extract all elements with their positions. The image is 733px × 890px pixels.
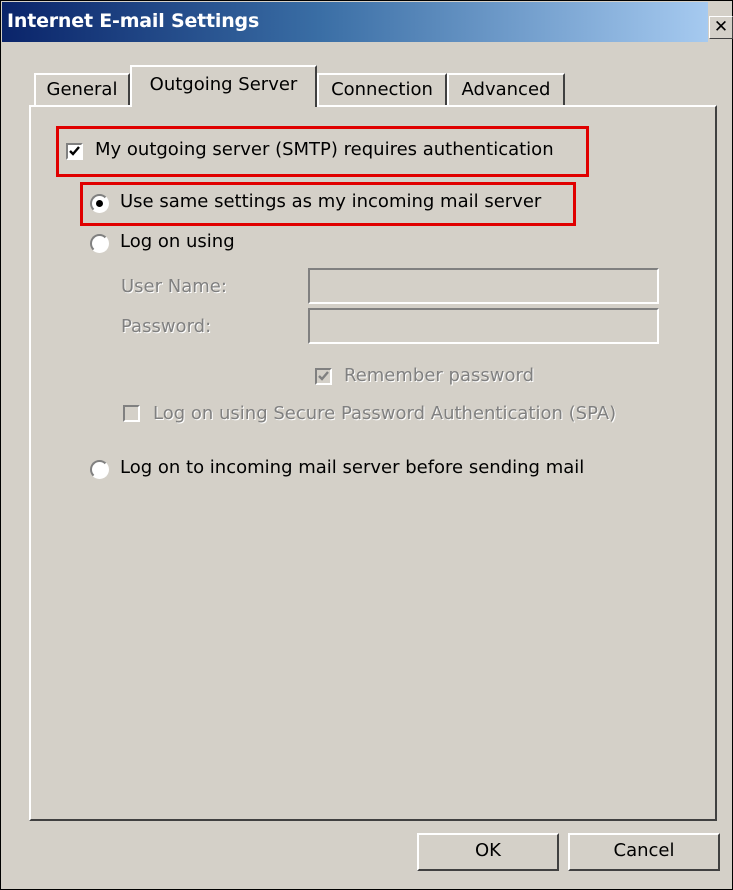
- log-on-using-radio[interactable]: [90, 234, 109, 253]
- tab-general-label: General: [46, 79, 118, 100]
- ok-button[interactable]: OK: [417, 833, 559, 871]
- email-settings-dialog: Internet E-mail Settings ✕ General Outgo…: [0, 0, 733, 890]
- check-icon: [318, 371, 329, 381]
- password-field[interactable]: [308, 308, 659, 344]
- before-sending-label[interactable]: Log on to incoming mail server before se…: [120, 457, 584, 478]
- username-field[interactable]: [308, 268, 659, 304]
- spa-checkbox[interactable]: [123, 405, 140, 422]
- tab-outgoing-server-label: Outgoing Server: [149, 74, 298, 95]
- window-title: Internet E-mail Settings: [7, 10, 260, 32]
- highlight-requires-auth: [56, 126, 589, 177]
- before-sending-radio[interactable]: [90, 460, 109, 479]
- tab-connection-label: Connection: [331, 79, 433, 100]
- tab-connection[interactable]: Connection: [317, 73, 447, 107]
- remember-password-label: Remember password: [344, 365, 534, 386]
- close-button[interactable]: ✕: [709, 16, 733, 39]
- title-bar: Internet E-mail Settings ✕: [2, 2, 733, 42]
- username-label: User Name:: [121, 276, 227, 297]
- spa-label: Log on using Secure Password Authenticat…: [153, 403, 617, 424]
- close-icon: ✕: [713, 17, 729, 37]
- tab-advanced-label: Advanced: [461, 79, 551, 100]
- tab-general[interactable]: General: [34, 73, 130, 107]
- cancel-button[interactable]: Cancel: [568, 833, 720, 871]
- highlight-same-settings: [80, 182, 576, 226]
- password-label: Password:: [121, 316, 212, 337]
- tab-outgoing-server[interactable]: Outgoing Server: [130, 65, 317, 107]
- log-on-using-label[interactable]: Log on using: [120, 231, 235, 252]
- remember-password-checkbox[interactable]: [315, 368, 332, 385]
- tab-advanced[interactable]: Advanced: [447, 73, 565, 107]
